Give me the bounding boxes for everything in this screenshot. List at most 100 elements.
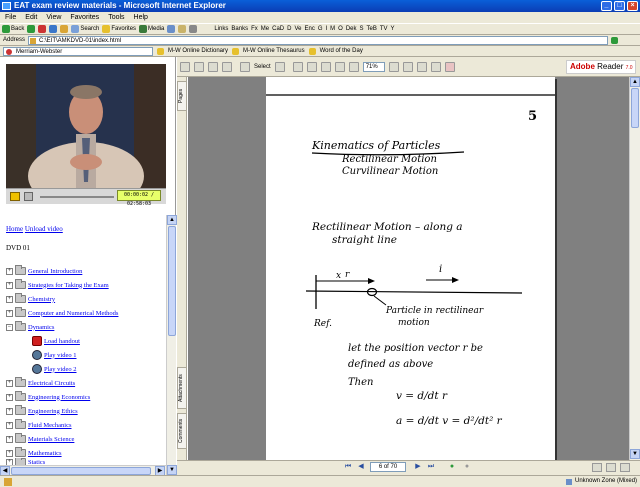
expand-icon[interactable]: + bbox=[6, 267, 13, 275]
next-view-icon[interactable]: ● bbox=[463, 463, 471, 471]
scroll-thumb[interactable] bbox=[631, 88, 639, 128]
tree-item[interactable]: + Materials Science bbox=[6, 432, 74, 446]
single-page-icon[interactable] bbox=[592, 463, 602, 472]
link-13[interactable]: TeB bbox=[367, 26, 377, 32]
zoom-input[interactable]: 71% bbox=[362, 61, 385, 72]
menu-file[interactable]: File bbox=[5, 12, 16, 23]
select-tool[interactable]: Select bbox=[254, 64, 271, 70]
video-player[interactable] bbox=[6, 64, 166, 188]
zoom-out-icon[interactable] bbox=[348, 61, 359, 72]
save-icon[interactable] bbox=[180, 61, 190, 72]
expand-icon[interactable]: + bbox=[6, 449, 13, 457]
collapse-icon[interactable]: − bbox=[6, 323, 13, 331]
next-page-icon[interactable]: ▶ bbox=[414, 463, 422, 471]
search-button[interactable]: Search bbox=[71, 25, 99, 33]
minimize-button[interactable]: _ bbox=[601, 1, 612, 11]
menu-tools[interactable]: Tools bbox=[108, 12, 124, 23]
tree-item[interactable]: + Fluid Mechanics bbox=[6, 418, 72, 432]
link-11[interactable]: Dek bbox=[346, 26, 357, 32]
link-5[interactable]: Ve bbox=[294, 26, 301, 32]
tree-item[interactable]: + Computer and Numerical Methods bbox=[6, 306, 118, 320]
left-horizontal-scrollbar[interactable]: ◀ ▶ bbox=[0, 465, 166, 476]
link-15[interactable]: Y bbox=[391, 26, 395, 32]
scroll-down-icon[interactable]: ▼ bbox=[630, 449, 640, 459]
rotate-icon[interactable] bbox=[416, 61, 427, 72]
home-icon[interactable] bbox=[60, 25, 69, 33]
document-vertical-scrollbar[interactable]: ▲ ▼ bbox=[629, 77, 640, 460]
continuous-icon[interactable] bbox=[606, 463, 616, 472]
expand-icon[interactable]: + bbox=[6, 281, 13, 289]
tab-comments[interactable]: Comments bbox=[177, 413, 187, 449]
snapshot-icon[interactable] bbox=[274, 61, 285, 72]
expand-icon[interactable]: + bbox=[6, 379, 13, 387]
actual-size-icon[interactable] bbox=[306, 61, 317, 72]
video-seek-bar[interactable] bbox=[40, 196, 114, 198]
play-icon[interactable] bbox=[10, 192, 20, 201]
stop-icon[interactable] bbox=[38, 25, 47, 33]
tree-item[interactable]: + Electrical Circuits bbox=[6, 376, 75, 390]
zoom-in-plus-icon[interactable] bbox=[388, 61, 399, 72]
print-icon[interactable] bbox=[194, 61, 204, 72]
scroll-up-icon[interactable]: ▲ bbox=[167, 215, 177, 225]
link-9[interactable]: M bbox=[330, 26, 335, 32]
tab-attachments[interactable]: Attachments bbox=[177, 367, 187, 409]
expand-icon[interactable]: + bbox=[6, 393, 13, 401]
tab-pages[interactable]: Pages bbox=[177, 81, 187, 111]
fit-page-icon[interactable] bbox=[320, 61, 331, 72]
scroll-up-icon[interactable]: ▲ bbox=[630, 77, 640, 87]
menu-help[interactable]: Help bbox=[134, 12, 148, 23]
link-8[interactable]: I bbox=[326, 26, 328, 32]
maximize-button[interactable]: □ bbox=[614, 1, 625, 11]
mw-search-input[interactable]: Merriam-Webster bbox=[3, 46, 153, 56]
link-14[interactable]: TV bbox=[380, 26, 388, 32]
mw-dictionary-button[interactable]: M-W Online Dictionary bbox=[168, 48, 228, 54]
scroll-thumb[interactable] bbox=[168, 226, 176, 336]
stop-icon[interactable] bbox=[24, 192, 33, 201]
tree-child-item[interactable]: Play video 2 bbox=[32, 362, 77, 376]
expand-icon[interactable]: + bbox=[6, 407, 13, 415]
link-4[interactable]: D bbox=[287, 26, 291, 32]
forward-arrow-icon[interactable] bbox=[27, 25, 36, 33]
tree-item[interactable]: + Strategies for Taking the Exam bbox=[6, 278, 109, 292]
tree-item[interactable]: − Dynamics bbox=[6, 320, 54, 334]
expand-icon[interactable]: + bbox=[6, 421, 13, 429]
go-icon[interactable] bbox=[611, 36, 619, 44]
link-10[interactable]: O bbox=[338, 26, 343, 32]
link-6[interactable]: Enc bbox=[304, 26, 314, 32]
pdf-page[interactable]: 5 Kinematics of Particles Rectilinear Mo… bbox=[266, 77, 555, 460]
email-icon[interactable] bbox=[208, 61, 218, 72]
link-0[interactable]: Banks bbox=[231, 26, 248, 32]
scroll-thumb[interactable] bbox=[11, 467, 151, 475]
tree-child-item[interactable]: Load handout bbox=[32, 334, 80, 348]
last-page-icon[interactable]: ⏭ bbox=[427, 463, 435, 471]
first-page-icon[interactable]: ⏮ bbox=[344, 463, 352, 471]
expand-icon[interactable]: + bbox=[6, 435, 13, 443]
page-number-input[interactable]: 6 of 70 bbox=[370, 462, 406, 472]
home-link[interactable]: Home bbox=[6, 225, 23, 233]
menu-view[interactable]: View bbox=[46, 12, 61, 23]
refresh-icon[interactable] bbox=[49, 25, 58, 33]
history-icon[interactable] bbox=[167, 25, 176, 33]
link-7[interactable]: G bbox=[318, 26, 323, 32]
window-titlebar[interactable]: EAT exam review materials - Microsoft In… bbox=[0, 0, 640, 12]
menu-favorites[interactable]: Favorites bbox=[70, 12, 99, 23]
left-vertical-scrollbar[interactable]: ▲ ▼ bbox=[166, 215, 177, 475]
tree-item[interactable]: + Chemistry bbox=[6, 292, 55, 306]
find-icon[interactable] bbox=[222, 61, 232, 72]
menu-edit[interactable]: Edit bbox=[25, 12, 37, 23]
unload-video-link[interactable]: Unload video bbox=[25, 225, 63, 233]
scroll-down-icon[interactable]: ▼ bbox=[167, 465, 177, 475]
previous-view-icon[interactable]: ● bbox=[448, 463, 456, 471]
mw-word-of-day-button[interactable]: Word of the Day bbox=[320, 48, 363, 54]
previous-page-icon[interactable]: ◀ bbox=[357, 463, 365, 471]
tree-item[interactable]: + Engineering Ethics bbox=[6, 404, 78, 418]
undo-icon[interactable] bbox=[430, 61, 441, 72]
mw-thesaurus-button[interactable]: M-W Online Thesaurus bbox=[243, 48, 305, 54]
tree-item[interactable]: + General Introduction bbox=[6, 264, 82, 278]
tools-icon[interactable] bbox=[444, 61, 455, 72]
hand-tool-icon[interactable] bbox=[240, 61, 250, 72]
tree-item[interactable]: + Engineering Economics bbox=[6, 390, 90, 404]
page-layout-icon[interactable] bbox=[402, 61, 413, 72]
link-12[interactable]: S bbox=[360, 26, 364, 32]
address-input[interactable]: C:\EIT\AMKDVD-01\index.html bbox=[28, 35, 609, 45]
